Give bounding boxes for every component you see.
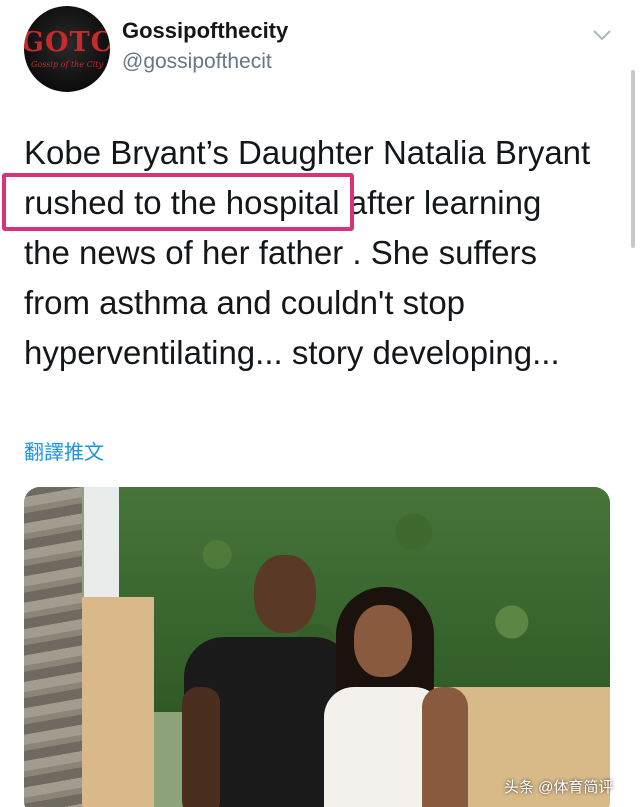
avatar-logo-text: GOTC: [24, 27, 110, 58]
tweet-screen: GOTC Gossip of the City Gossipofthecity …: [0, 0, 640, 807]
photo-man-arm: [182, 687, 220, 807]
tweet-line: the news of her father . She suffers: [24, 234, 538, 271]
photo-man-head: [254, 555, 316, 633]
watermark: 头条 @体育简评: [504, 779, 614, 796]
tweet-line: from asthma and couldn't stop: [24, 284, 466, 321]
photo-palm-trunk: [24, 487, 82, 807]
display-name[interactable]: Gossipofthecity: [122, 18, 288, 44]
tweet-line-rest: after learning: [339, 184, 542, 221]
tweet-text: Kobe Bryant’s Daughter Natalia Bryant ru…: [24, 128, 624, 378]
chevron-down-icon[interactable]: [590, 26, 614, 44]
scrollbar[interactable]: [631, 70, 635, 248]
avatar-script-text: Gossip of the City: [30, 60, 104, 69]
tweet-line: rushed to the hospital after learning: [24, 178, 624, 228]
highlighted-phrase: rushed to the hospital: [24, 184, 340, 221]
photo-woman-arm: [422, 687, 468, 807]
tweet-photo[interactable]: [24, 487, 610, 807]
avatar[interactable]: GOTC Gossip of the City: [24, 6, 110, 92]
tweet-line: hyperventilating... story developing...: [24, 334, 560, 371]
photo-woman-face: [354, 605, 412, 677]
tweet-line: Kobe Bryant’s Daughter Natalia Bryant: [24, 134, 591, 171]
translate-tweet-link[interactable]: 翻譯推文: [24, 436, 104, 465]
user-handle[interactable]: @gossipofthecit: [122, 50, 272, 74]
